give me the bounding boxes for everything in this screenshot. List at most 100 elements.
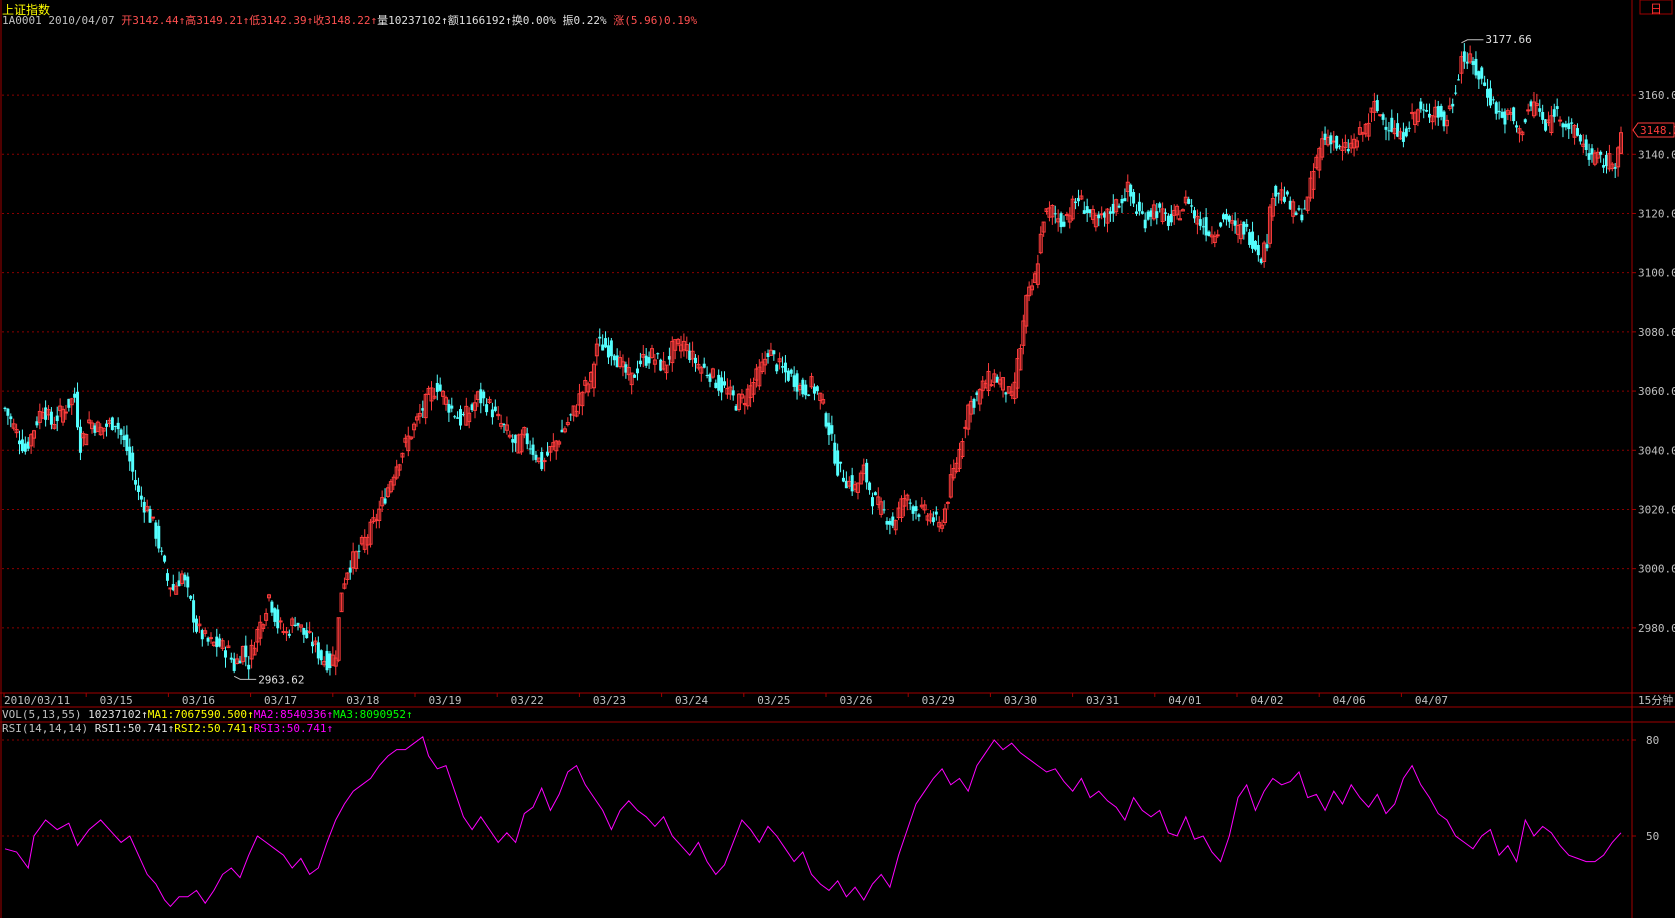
candle: [174, 582, 179, 595]
candle: [325, 644, 329, 673]
candle-body: [1384, 126, 1388, 130]
quote-header: 1A0001 2010/04/07 开3142.44↑高3149.21↑低314…: [2, 14, 697, 27]
candle: [1245, 219, 1249, 232]
volume-value: 10237102: [388, 14, 442, 27]
candle-body: [606, 345, 610, 358]
candle: [229, 652, 233, 663]
candle: [3, 406, 7, 412]
candle: [107, 417, 112, 428]
candle: [313, 637, 318, 653]
candle: [1329, 132, 1333, 154]
candle: [656, 352, 660, 360]
candle-body: [914, 506, 918, 512]
candle: [247, 656, 251, 680]
candle: [768, 342, 773, 356]
price-tick-label: 2980.0: [1638, 622, 1675, 635]
candle: [943, 503, 948, 526]
candle-body: [247, 664, 251, 670]
volume-arrow: ↑: [441, 14, 448, 27]
candle-body: [1457, 79, 1461, 81]
candle-body: [163, 555, 167, 562]
candle: [119, 428, 123, 445]
candle-body: [1474, 58, 1478, 76]
candle: [1238, 220, 1243, 245]
candle-body: [723, 381, 727, 386]
candle-body: [1462, 51, 1466, 62]
candle-body: [18, 440, 22, 445]
candle-body: [105, 423, 109, 427]
candle: [211, 641, 216, 647]
candle: [1256, 235, 1260, 262]
candle-body: [319, 650, 323, 661]
candle-body: [1477, 71, 1481, 80]
candle: [215, 628, 219, 657]
candle: [928, 510, 933, 524]
candle: [1422, 103, 1426, 119]
candle: [885, 517, 889, 530]
change-value: (5.96): [624, 14, 665, 27]
candle: [586, 381, 591, 397]
close-label: 收: [313, 14, 325, 27]
candle-body: [542, 460, 547, 463]
candle: [751, 377, 756, 403]
candle: [1222, 212, 1226, 223]
candle-body: [1570, 122, 1574, 124]
candle: [482, 389, 486, 407]
candle-body: [165, 573, 169, 581]
candle: [456, 411, 460, 419]
candle: [163, 554, 167, 564]
candle: [1166, 213, 1170, 231]
candle: [1190, 199, 1194, 214]
candle-body: [1515, 125, 1519, 128]
candle: [76, 382, 80, 431]
price-tick-label: 3160.0: [1638, 89, 1675, 102]
candle: [1198, 211, 1202, 231]
candle-body: [1222, 214, 1226, 220]
candle-body: [1146, 211, 1150, 220]
high-annotation-leader: [1461, 39, 1484, 44]
candle-body: [1561, 123, 1565, 128]
date-tick-label: 03/17: [264, 694, 297, 707]
candle: [1151, 200, 1156, 221]
candle-body: [110, 417, 114, 430]
candle-body: [702, 363, 706, 368]
candle: [487, 396, 492, 405]
rsi-tick-label: 50: [1646, 830, 1659, 843]
candle-body: [609, 340, 613, 357]
candle: [1523, 118, 1527, 124]
candle-body: [839, 461, 843, 464]
candle: [1494, 100, 1498, 120]
candle-body: [1282, 196, 1286, 202]
period-day-tab[interactable]: 日: [1641, 0, 1671, 16]
candle-body: [1134, 211, 1138, 214]
candle: [20, 429, 24, 454]
candle-body: [3, 407, 7, 410]
candle-body: [841, 477, 845, 482]
candle: [710, 367, 715, 379]
candle-body: [73, 393, 77, 398]
candle-body: [638, 360, 642, 365]
candle: [649, 344, 654, 359]
candle: [868, 481, 872, 495]
turnover-value: 0.00%: [522, 14, 556, 27]
candle: [922, 500, 927, 514]
high-value: 3149.21: [196, 14, 243, 27]
candle: [914, 500, 918, 520]
candle-body: [189, 595, 193, 599]
candle: [493, 399, 497, 413]
candle-body: [833, 442, 837, 464]
candle: [1488, 80, 1492, 109]
candle-body: [20, 439, 24, 452]
candle: [777, 352, 782, 370]
candle-body: [302, 627, 306, 635]
candle-body: [911, 506, 915, 514]
candle: [6, 407, 10, 425]
candle-body: [348, 567, 352, 573]
candle: [1201, 217, 1205, 235]
candle: [841, 469, 845, 483]
candle: [1584, 134, 1588, 157]
price-tick-label: 3000.0: [1638, 563, 1675, 576]
candle-body: [447, 404, 451, 413]
candle: [1581, 134, 1586, 154]
candle: [839, 461, 843, 473]
